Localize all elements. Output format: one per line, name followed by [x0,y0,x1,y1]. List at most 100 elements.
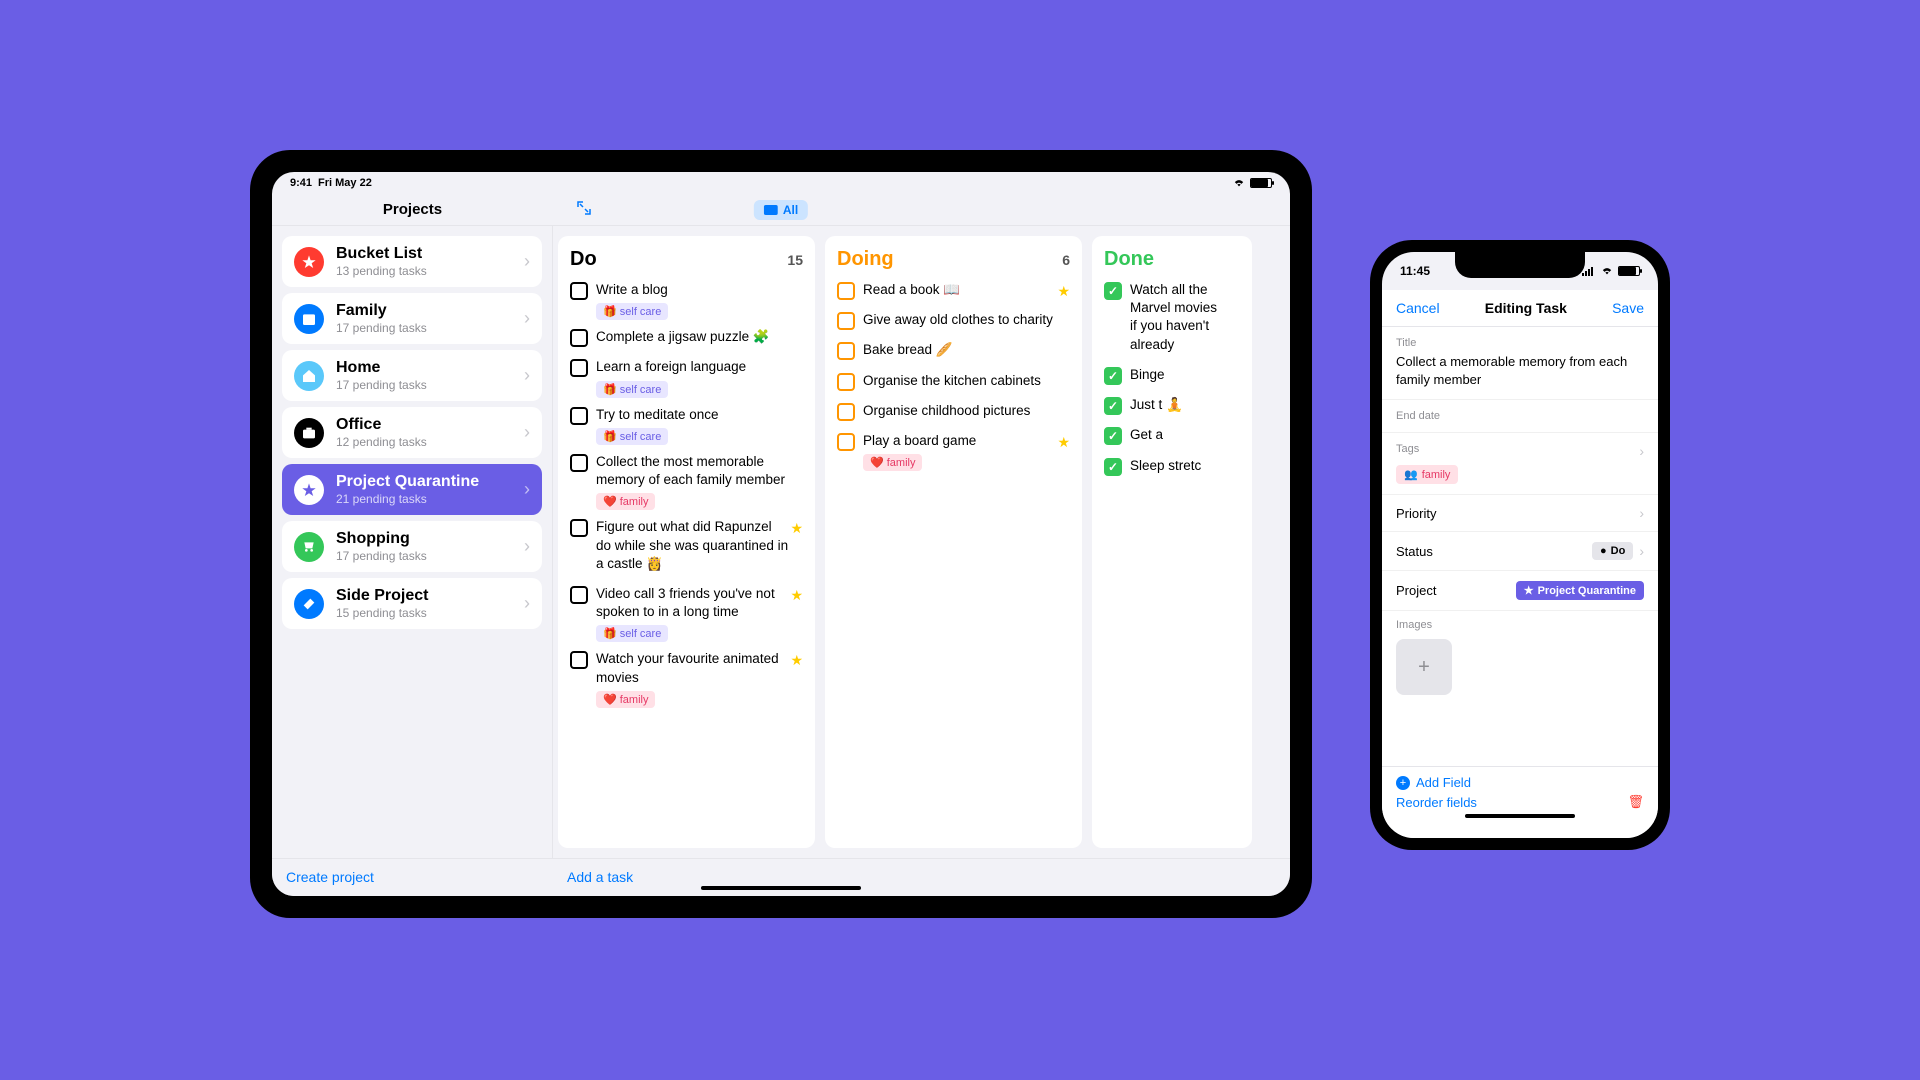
task-item[interactable]: ✓ Just t 🧘 [1104,396,1240,418]
star-icon [294,247,324,277]
column-do: Do 15 Write a blog 🎁 self care Complete … [558,236,815,848]
field-title[interactable]: Title Collect a memorable memory from ea… [1382,327,1658,400]
wifi-icon [1232,178,1246,188]
chevron-right-icon: › [524,308,530,329]
sidebar-project-office[interactable]: Office 12 pending tasks › [282,407,542,458]
task-title: Binge [1130,366,1226,384]
task-item[interactable]: ✓ Get a [1104,426,1240,448]
checkbox[interactable] [570,407,588,425]
signal-icon [1582,266,1596,276]
checkbox[interactable] [570,329,588,347]
calendar-icon [294,304,324,334]
chevron-right-icon: › [524,536,530,557]
field-project[interactable]: Project ★ Project Quarantine [1382,571,1658,611]
task-form: Title Collect a memorable memory from ea… [1382,327,1658,766]
task-title: Try to meditate once [596,406,789,424]
chevron-right-icon: › [524,422,530,443]
photo-icon [764,205,778,215]
task-item[interactable]: Figure out what did Rapunzel do while sh… [570,518,803,577]
task-item[interactable]: Read a book 📖 ★ [837,281,1070,303]
status-value: ● Do [1592,542,1633,560]
task-item[interactable]: Watch your favourite animated movies ❤️ … [570,650,803,707]
notch [1455,252,1585,278]
field-tags[interactable]: Tags › 👥 family [1382,433,1658,495]
chevron-right-icon: › [524,593,530,614]
project-name: Office [336,416,512,434]
checkbox[interactable] [570,651,588,669]
sidebar-project-side-project[interactable]: Side Project 15 pending tasks › [282,578,542,629]
checkbox[interactable] [837,342,855,360]
task-title: Write a blog [596,281,789,299]
project-name: Home [336,359,512,377]
checkbox[interactable] [837,433,855,451]
filter-pill-all[interactable]: All [754,200,808,220]
sidebar-project-bucket-list[interactable]: Bucket List 13 pending tasks › [282,236,542,287]
sidebar-project-project-quarantine[interactable]: Project Quarantine 21 pending tasks › [282,464,542,515]
checkbox[interactable]: ✓ [1104,458,1122,476]
sidebar-project-home[interactable]: Home 17 pending tasks › [282,350,542,401]
save-button[interactable]: Save [1612,300,1644,316]
checkbox[interactable]: ✓ [1104,427,1122,445]
task-item[interactable]: Try to meditate once 🎁 self care [570,406,803,445]
task-item[interactable]: Learn a foreign language 🎁 self care [570,358,803,397]
checkbox[interactable] [570,519,588,537]
project-subtitle: 13 pending tasks [336,264,512,278]
sidebar-project-shopping[interactable]: Shopping 17 pending tasks › [282,521,542,572]
task-item[interactable]: ✓ Binge [1104,366,1240,388]
checkbox[interactable] [570,282,588,300]
task-item[interactable]: Give away old clothes to charity [837,311,1070,333]
images-label: Images [1396,619,1644,631]
checkbox[interactable] [837,373,855,391]
tools-icon [294,589,324,619]
column-done: Done ✓ Watch all the Marvel movies if yo… [1092,236,1252,848]
add-image-button[interactable]: + [1396,639,1452,695]
task-title: Learn a foreign language [596,358,789,376]
task-item[interactable]: ✓ Watch all the Marvel movies if you hav… [1104,281,1240,358]
project-subtitle: 17 pending tasks [336,549,512,563]
checkbox[interactable] [837,403,855,421]
checkbox[interactable] [837,312,855,330]
add-field-link[interactable]: +Add Field [1396,775,1644,790]
status-time: 11:45 [1400,264,1430,278]
task-item[interactable]: Organise childhood pictures [837,402,1070,424]
task-item[interactable]: Organise the kitchen cabinets [837,372,1070,394]
battery-icon [1250,178,1272,188]
task-item[interactable]: Video call 3 friends you've not spoken t… [570,585,803,642]
task-title: Watch your favourite animated movies [596,650,789,686]
field-end-date[interactable]: End date [1382,400,1658,433]
task-title: Complete a jigsaw puzzle 🧩 [596,328,789,346]
sidebar-project-family[interactable]: Family 17 pending tasks › [282,293,542,344]
col-doing-title: Doing [837,248,894,271]
reorder-fields-link[interactable]: Reorder fields 🗑 [1396,794,1644,810]
task-item[interactable]: Play a board game ❤️ family ★ [837,432,1070,471]
checkbox[interactable]: ✓ [1104,397,1122,415]
add-task-link[interactable]: Add a task [567,869,633,885]
chevron-right-icon: › [524,479,530,500]
task-item[interactable]: Collect the most memorable memory of eac… [570,453,803,510]
tag-selfcare: 🎁 self care [596,303,668,320]
task-title: Figure out what did Rapunzel do while sh… [596,518,789,573]
cancel-button[interactable]: Cancel [1396,300,1440,316]
checkbox[interactable]: ✓ [1104,282,1122,300]
iphone-screen: 11:45 Cancel Editing Task Save Title Col… [1382,252,1658,838]
home-indicator [701,886,861,890]
checkbox[interactable] [570,454,588,472]
checkbox[interactable] [837,282,855,300]
task-title: Sleep stretc [1130,457,1226,475]
checkbox[interactable] [570,586,588,604]
checkbox[interactable]: ✓ [1104,367,1122,385]
project-name: Shopping [336,530,512,548]
task-title: Read a book 📖 [863,281,1056,299]
task-item[interactable]: Bake bread 🥖 [837,341,1070,363]
expand-icon[interactable] [576,200,592,220]
task-item[interactable]: Complete a jigsaw puzzle 🧩 [570,328,803,350]
kanban-columns: Do 15 Write a blog 🎁 self care Complete … [553,226,1290,858]
trash-icon[interactable]: 🗑 [1627,794,1644,810]
app-composite: 9:41 Fri May 22 Projects All [250,150,1670,930]
field-status[interactable]: Status ● Do › [1382,532,1658,571]
task-item[interactable]: Write a blog 🎁 self care [570,281,803,320]
checkbox[interactable] [570,359,588,377]
task-item[interactable]: ✓ Sleep stretc [1104,457,1240,479]
field-priority[interactable]: Priority › [1382,495,1658,532]
create-project-link[interactable]: Create project [286,869,374,885]
